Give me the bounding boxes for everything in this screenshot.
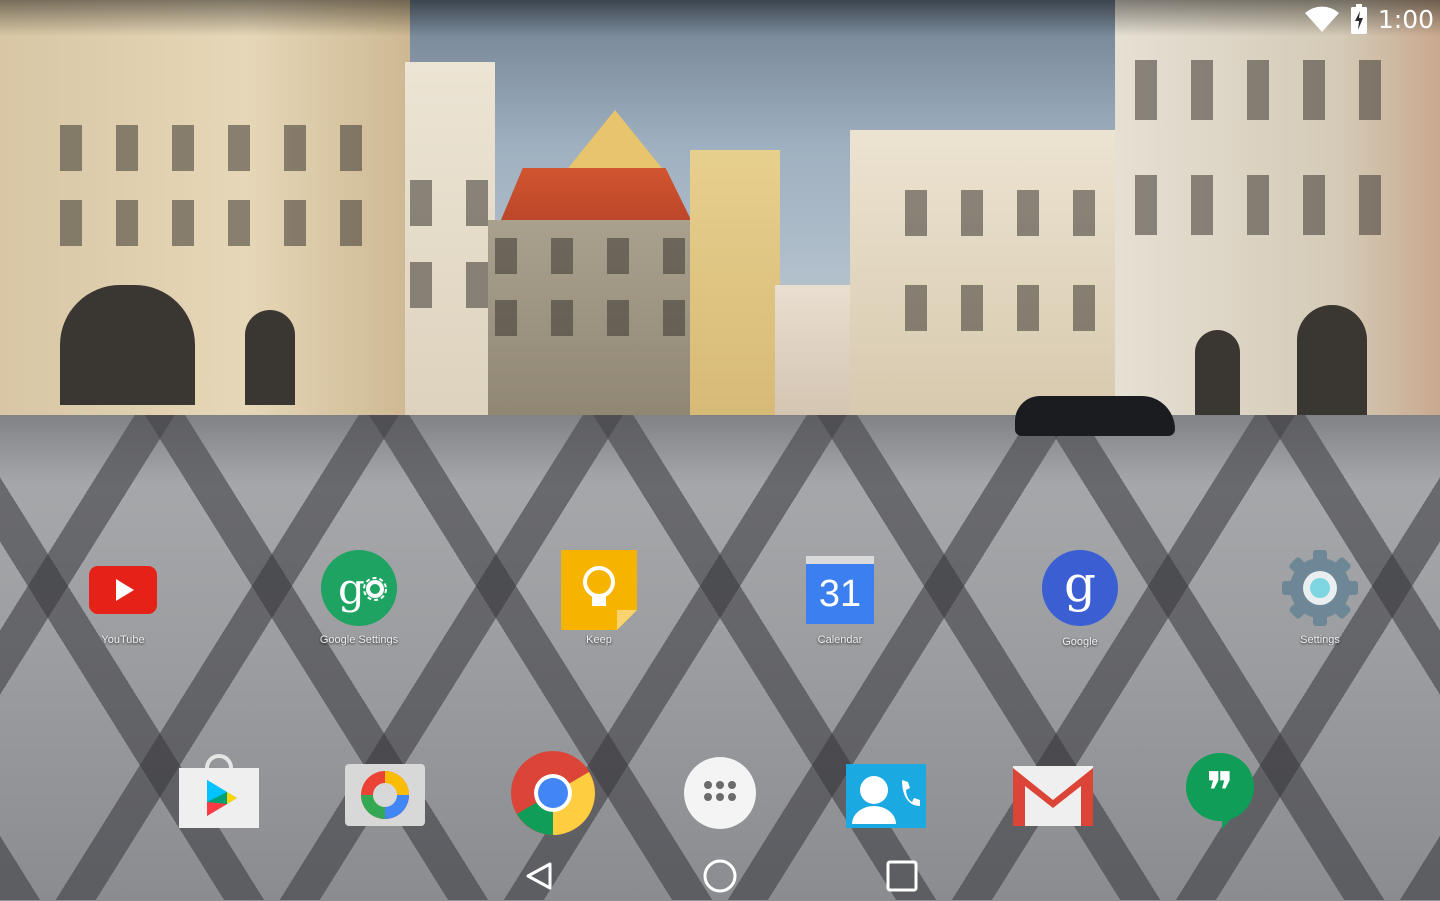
app-calendar[interactable]: 31 Calendar [775,548,905,646]
wallpaper-windows [495,300,695,336]
back-icon [526,862,552,890]
app-label: Google [1062,636,1098,648]
app-label: Keep [586,634,612,646]
settings-gear-icon [1280,548,1360,628]
wallpaper-arch [60,285,195,405]
wallpaper-shade [0,415,1440,485]
back-button[interactable] [520,856,560,896]
wallpaper-building [850,130,1130,430]
recents-button[interactable] [882,856,922,896]
battery-charging-icon [1350,4,1367,34]
status-clock: 1:00 [1377,4,1434,34]
app-youtube[interactable]: YouTube [58,548,188,646]
wallpaper-windows [1135,60,1415,120]
app-google-search[interactable]: g Google [1015,548,1145,648]
dock-chrome[interactable] [505,745,601,841]
calendar-date: 31 [806,564,874,624]
app-google-settings[interactable]: g Google Settings [294,548,424,646]
wallpaper-windows [1135,175,1415,235]
wallpaper-windows [60,125,390,171]
google-search-icon: g [1040,550,1120,630]
photos-icon [345,764,425,826]
wallpaper-arch [1195,330,1240,420]
app-drawer-icon [684,757,756,829]
app-settings[interactable]: Settings [1255,548,1385,646]
svg-text:g: g [338,564,365,613]
recents-icon [886,860,918,892]
dock-play-store[interactable] [171,750,267,846]
play-store-icon [179,754,259,828]
contacts-icon [846,764,926,828]
wallpaper-windows [410,262,490,308]
dock-hangouts[interactable]: ❞ [1172,745,1268,841]
navigation-bar [0,850,1440,900]
wallpaper-windows [905,285,1115,331]
calendar-top [806,556,874,564]
wallpaper-building [690,150,780,425]
dock-gmail[interactable] [1005,750,1101,846]
google-settings-icon: g [319,548,399,628]
app-label: Settings [1300,634,1340,646]
gmail-icon [1013,766,1093,826]
app-label: Calendar [817,634,863,646]
home-button[interactable] [700,856,740,896]
status-bar: 1:00 [0,0,1440,36]
dock-app-drawer[interactable] [672,745,768,841]
calendar-icon: 31 [800,548,880,628]
dock-photos[interactable] [337,750,433,846]
hangouts-glyph: ❞ [1206,762,1234,822]
wallpaper-windows [905,190,1115,236]
wallpaper-building [405,62,495,422]
wallpaper-windows [60,200,390,246]
wallpaper-arch [1297,305,1367,420]
home-icon [703,859,737,893]
wallpaper-windows [495,238,695,274]
wifi-icon [1304,6,1339,33]
dock-contacts[interactable] [838,750,934,846]
status-icons: 1:00 [1304,4,1434,34]
keep-icon [559,548,639,630]
chrome-icon [511,751,595,835]
google-glyph: g [1042,550,1118,626]
youtube-icon [83,548,163,628]
app-keep[interactable]: Keep [534,548,664,646]
wallpaper-car [1015,396,1175,436]
app-label: Google Settings [319,634,399,646]
wallpaper-windows [410,180,490,226]
wallpaper-arch [245,310,295,405]
app-label: YouTube [101,634,145,646]
